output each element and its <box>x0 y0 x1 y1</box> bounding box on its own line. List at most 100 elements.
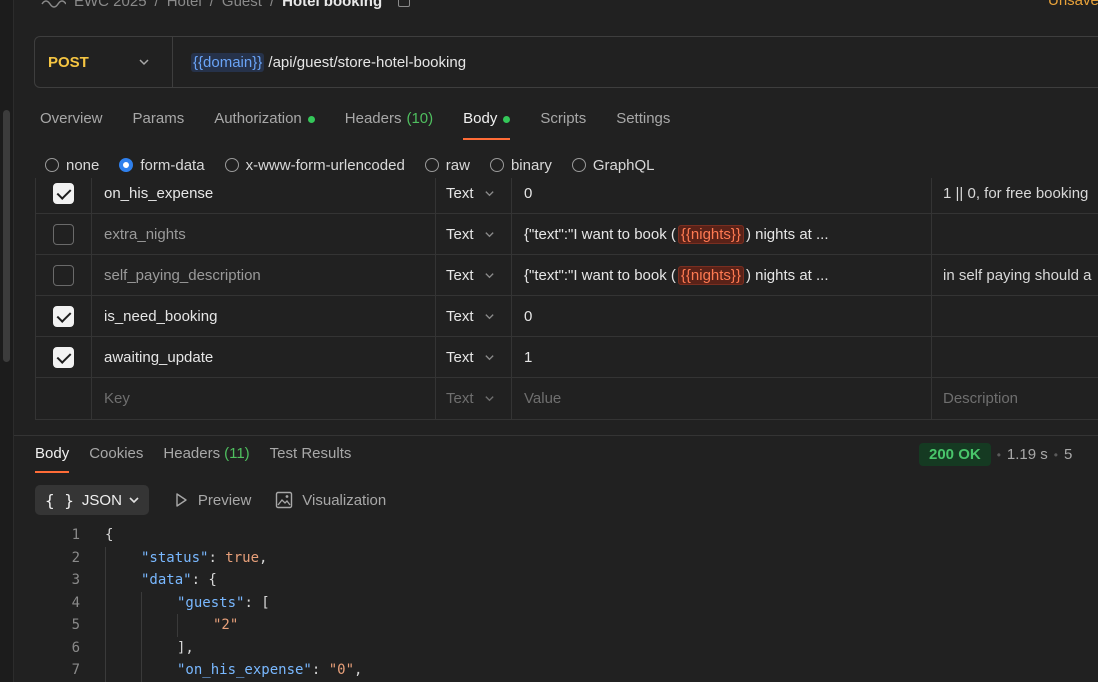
param-key[interactable]: extra_nights <box>92 214 436 255</box>
new-value-input[interactable]: Value <box>512 378 932 419</box>
format-label: JSON <box>81 491 122 509</box>
param-description[interactable] <box>932 214 1098 255</box>
radio-binary[interactable]: binary <box>489 157 552 174</box>
response-tab-test-results[interactable]: Test Results <box>270 445 352 473</box>
response-status: 200 OK • 1.19 s • 5 <box>919 443 1072 466</box>
chevron-down-icon <box>484 273 494 279</box>
code-token: "status" <box>141 549 209 566</box>
pane-divider[interactable] <box>14 435 1098 436</box>
tab-label: Body <box>463 110 498 127</box>
param-description[interactable]: in self paying should a <box>932 255 1098 296</box>
param-row: extra_nights Text {"text":"I want to book … <box>36 214 1098 255</box>
chevron-down-icon <box>484 314 494 320</box>
param-key[interactable]: awaiting_update <box>92 337 436 378</box>
param-description[interactable]: 1 || 0, for free booking <box>932 178 1098 214</box>
body-type-radios: none form-data x-www-form-urlencoded raw bin… <box>45 155 675 175</box>
radio-circle[interactable] <box>45 158 59 172</box>
radio-circle[interactable] <box>424 158 439 172</box>
status-badge[interactable]: 200 OK <box>919 443 991 466</box>
radio-circle[interactable] <box>571 158 586 172</box>
code-line: 4 "guests": [ <box>40 591 1098 614</box>
code-token: "2" <box>213 617 239 633</box>
param-type-select[interactable]: Text <box>436 296 512 337</box>
visualization-button[interactable]: Visualization <box>275 491 386 509</box>
param-type-select[interactable]: Text <box>436 178 512 214</box>
url-input[interactable]: {{domain}} /api/guest/store-hotel-bookin… <box>173 52 466 72</box>
response-time[interactable]: 1.19 s <box>1007 446 1048 463</box>
breadcrumb-item[interactable]: Guest <box>222 0 262 10</box>
visualization-label: Visualization <box>302 491 387 509</box>
request-name[interactable]: Hotel booking <box>282 0 382 10</box>
param-value[interactable]: 0 <box>512 178 932 214</box>
new-key-input[interactable]: Key <box>92 378 436 419</box>
tab-params[interactable]: Params <box>133 110 185 140</box>
param-checkbox[interactable] <box>53 265 74 286</box>
breadcrumb-item[interactable]: Hotel <box>167 0 202 10</box>
preview-button[interactable]: Preview <box>173 492 251 509</box>
response-tab-cookies[interactable]: Cookies <box>89 445 143 473</box>
indent-guide <box>141 659 142 682</box>
indent-guide <box>141 636 142 659</box>
new-description-input[interactable]: Description <box>932 378 1098 419</box>
param-description[interactable] <box>932 296 1098 337</box>
tab-settings[interactable]: Settings <box>616 110 670 140</box>
param-value[interactable]: 1 <box>512 337 932 378</box>
indent-guide <box>105 659 106 682</box>
param-key[interactable]: self_paying_description <box>92 255 436 296</box>
breadcrumb-item[interactable]: EWC 2025 <box>74 0 147 10</box>
line-number: 5 <box>71 617 80 633</box>
param-description[interactable] <box>932 337 1098 378</box>
radio-graphql[interactable]: GraphQL <box>571 157 655 174</box>
chevron-down-icon <box>484 396 494 402</box>
value-text: ) nights at ... <box>745 267 829 284</box>
radio-circle[interactable] <box>119 158 134 172</box>
chevron-down-icon <box>484 191 494 197</box>
param-enable-cell <box>36 255 92 296</box>
param-type-select[interactable]: Text <box>436 337 512 378</box>
radio-form-data[interactable]: form-data <box>119 156 205 174</box>
param-type-select[interactable]: Text <box>436 214 512 255</box>
radio-circle[interactable] <box>489 158 504 172</box>
param-value[interactable]: 0 <box>512 296 932 337</box>
tab-scripts[interactable]: Scripts <box>540 110 586 140</box>
tab-label: Authorization <box>214 110 302 127</box>
type-label: Text <box>446 185 474 202</box>
param-value[interactable]: {"text":"I want to book ({{nights}}) nig… <box>512 214 932 255</box>
new-type-select[interactable]: Text <box>436 378 512 419</box>
tab-label: Body <box>35 445 70 462</box>
param-type-select[interactable]: Text <box>436 255 512 296</box>
param-key[interactable]: on_his_expense <box>92 178 436 214</box>
code-token: "guests" <box>177 594 245 611</box>
scrollbar[interactable] <box>3 110 10 362</box>
value-variable[interactable]: {{nights}} <box>677 266 744 285</box>
format-select[interactable]: { } JSON <box>35 485 149 515</box>
tab-body[interactable]: Body <box>463 110 511 140</box>
param-checkbox[interactable] <box>53 224 74 245</box>
url-variable[interactable]: {{domain}} <box>191 52 265 72</box>
response-tab-body[interactable]: Body <box>35 445 70 473</box>
tab-headers[interactable]: Headers (10) <box>345 110 433 140</box>
value-text: 0 <box>524 185 533 202</box>
radio-circle[interactable] <box>224 158 239 172</box>
response-size[interactable]: 5 <box>1064 446 1072 463</box>
radio-label: form-data <box>140 156 205 174</box>
type-label: Text <box>446 349 474 366</box>
param-checkbox[interactable] <box>53 306 74 327</box>
value-variable[interactable]: {{nights}} <box>677 225 744 244</box>
param-row-new: Key Text Value Description <box>36 378 1098 419</box>
response-tab-headers[interactable]: Headers (11) <box>163 445 249 473</box>
code-token: : <box>208 549 226 566</box>
response-body-code[interactable]: 1{2 "status": true, 3 "data": {4 "guests": [… <box>40 524 1098 682</box>
param-key[interactable]: is_need_booking <box>92 296 436 337</box>
param-value[interactable]: {"text":"I want to book ({{nights}}) nig… <box>512 255 932 296</box>
param-checkbox[interactable] <box>53 347 74 368</box>
method-select[interactable]: POST <box>35 37 173 87</box>
edit-icon[interactable] <box>398 0 411 7</box>
radio-x-www-form-urlencoded[interactable]: x-www-form-urlencoded <box>224 157 405 174</box>
radio-raw[interactable]: raw <box>424 157 470 174</box>
tab-overview[interactable]: Overview <box>40 110 103 140</box>
param-enable-cell <box>36 178 92 214</box>
param-checkbox[interactable] <box>53 183 74 204</box>
tab-authorization[interactable]: Authorization <box>214 110 315 140</box>
radio-none[interactable]: none <box>45 157 99 174</box>
